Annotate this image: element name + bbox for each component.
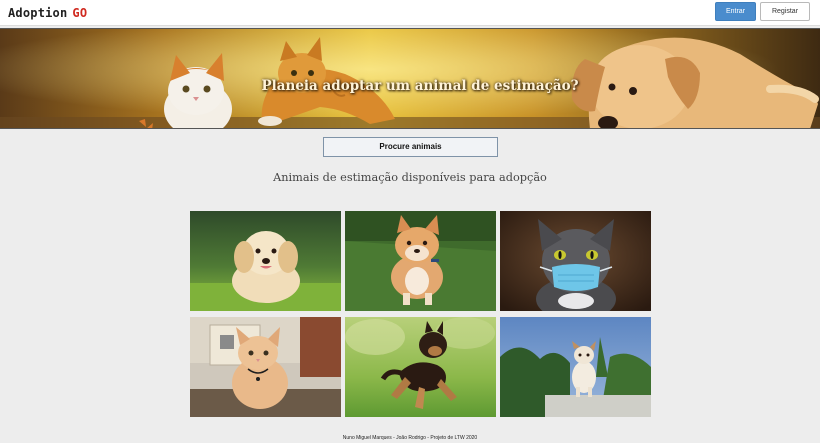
pet-card-small-dog[interactable] xyxy=(500,317,651,417)
hero-title: Planeia adoptar um animal de estimação? xyxy=(261,78,579,94)
pet-photo-kitten[interactable] xyxy=(190,317,341,417)
footer-credits: Nuno Miguel Marques - João Rodrigo - Pro… xyxy=(342,435,478,441)
pet-photo-shiba[interactable] xyxy=(345,211,496,311)
top-navbar: Adoption GO Entrar Registar xyxy=(0,0,820,26)
pet-card-cat-mask[interactable] xyxy=(500,211,651,311)
pet-photo-small-dog[interactable] xyxy=(500,317,651,417)
logo-text: Adoption xyxy=(8,6,68,20)
login-button[interactable]: Entrar xyxy=(715,2,756,21)
pet-grid xyxy=(190,211,651,417)
pet-card-shiba[interactable] xyxy=(345,211,496,311)
pet-card-kitten[interactable] xyxy=(190,317,341,417)
pet-photo-cat-mask[interactable] xyxy=(500,211,651,311)
register-button[interactable]: Registar xyxy=(760,2,810,21)
pet-photo-running-puppy[interactable] xyxy=(345,317,496,417)
pet-card-running-puppy[interactable] xyxy=(345,317,496,417)
pet-card-puppy[interactable] xyxy=(190,211,341,311)
section-title: Animais de estimação disponíveis para ad… xyxy=(273,171,547,184)
logo-accent: GO xyxy=(72,6,88,20)
app-logo[interactable]: Adoption GO xyxy=(8,6,87,20)
hero-banner: Planeia adoptar um animal de estimação? xyxy=(0,28,820,129)
pet-photo-puppy[interactable] xyxy=(190,211,341,311)
search-animals-button[interactable]: Procure animais xyxy=(323,137,498,157)
